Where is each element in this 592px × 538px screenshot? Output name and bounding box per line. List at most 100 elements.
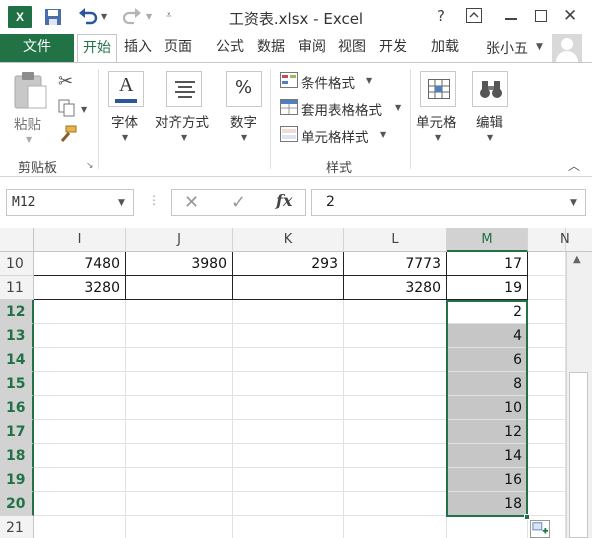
avatar[interactable]: [552, 34, 582, 64]
cell-m17[interactable]: 12: [447, 420, 528, 444]
cell-j15[interactable]: [126, 372, 233, 396]
column-header-i[interactable]: I: [34, 228, 126, 252]
redo-dropdown-icon[interactable]: ▼: [146, 12, 152, 21]
cell-m14[interactable]: 6: [447, 348, 528, 372]
expand-formula-bar-icon[interactable]: ▼: [570, 198, 577, 208]
cell-i13[interactable]: [34, 324, 126, 348]
row-header-14[interactable]: 14: [0, 348, 34, 372]
cell-j12[interactable]: [126, 300, 233, 324]
conditional-format-dropdown-icon[interactable]: ▼: [366, 76, 372, 85]
cell-i19[interactable]: [34, 468, 126, 492]
cell-k18[interactable]: [233, 444, 344, 468]
minimize-icon[interactable]: [505, 18, 517, 20]
tab-developer[interactable]: 开发: [372, 34, 414, 62]
cell-l18[interactable]: [344, 444, 447, 468]
tab-addins[interactable]: 加载: [424, 34, 466, 62]
cell-m12[interactable]: 2: [447, 300, 528, 324]
cell-k21[interactable]: [233, 516, 344, 538]
cell-n12[interactable]: [528, 300, 566, 324]
cell-n16[interactable]: [528, 396, 566, 420]
cell-n18[interactable]: [528, 444, 566, 468]
tab-home[interactable]: 开始: [77, 34, 117, 63]
cell-l14[interactable]: [344, 348, 447, 372]
cell-i14[interactable]: [34, 348, 126, 372]
cell-l19[interactable]: [344, 468, 447, 492]
cell-n14[interactable]: [528, 348, 566, 372]
cell-j14[interactable]: [126, 348, 233, 372]
cell-j21[interactable]: [126, 516, 233, 538]
cell-k13[interactable]: [233, 324, 344, 348]
row-header-17[interactable]: 17: [0, 420, 34, 444]
cell-n13[interactable]: [528, 324, 566, 348]
cell-i20[interactable]: [34, 492, 126, 516]
customize-toolbar-icon[interactable]: ⩡: [166, 10, 172, 21]
row-header-20[interactable]: 20: [0, 492, 34, 516]
cell-j20[interactable]: [126, 492, 233, 516]
row-header-19[interactable]: 19: [0, 468, 34, 492]
alignment-button-label[interactable]: 对齐方式: [155, 111, 209, 131]
cell-i21[interactable]: [34, 516, 126, 538]
cell-l21[interactable]: [344, 516, 447, 538]
cell-k10[interactable]: 293: [233, 252, 344, 276]
row-header-18[interactable]: 18: [0, 444, 34, 468]
cell-i16[interactable]: [34, 396, 126, 420]
cell-n20[interactable]: [528, 492, 566, 516]
paste-dropdown-icon[interactable]: ▼: [26, 135, 32, 144]
cell-i17[interactable]: [34, 420, 126, 444]
cell-k15[interactable]: [233, 372, 344, 396]
redo-icon[interactable]: [122, 8, 142, 26]
cell-l10[interactable]: 7773: [344, 252, 447, 276]
row-header-13[interactable]: 13: [0, 324, 34, 348]
tab-view[interactable]: 视图: [333, 34, 371, 62]
row-header-11[interactable]: 11: [0, 276, 34, 300]
cell-m15[interactable]: 8: [447, 372, 528, 396]
scroll-up-icon[interactable]: ▲: [573, 254, 581, 265]
cell-m19[interactable]: 16: [447, 468, 528, 492]
undo-icon[interactable]: [78, 8, 98, 26]
cell-k17[interactable]: [233, 420, 344, 444]
cell-k20[interactable]: [233, 492, 344, 516]
collapse-ribbon-icon[interactable]: ︿: [568, 157, 580, 174]
cell-n15[interactable]: [528, 372, 566, 396]
cell-j10[interactable]: 3980: [126, 252, 233, 276]
cell-i11[interactable]: 3280: [34, 276, 126, 300]
cell-i12[interactable]: [34, 300, 126, 324]
number-button-label[interactable]: 数字: [230, 111, 257, 131]
cell-j13[interactable]: [126, 324, 233, 348]
cell-k16[interactable]: [233, 396, 344, 420]
tab-review[interactable]: 审阅: [293, 34, 331, 62]
column-header-n[interactable]: N: [528, 228, 570, 252]
cell-n10[interactable]: [528, 252, 566, 276]
number-dropdown-icon[interactable]: ▼: [241, 133, 247, 142]
cell-n19[interactable]: [528, 468, 566, 492]
cell-k19[interactable]: [233, 468, 344, 492]
cell-i15[interactable]: [34, 372, 126, 396]
alignment-dropdown-icon[interactable]: ▼: [181, 133, 187, 142]
row-header-12[interactable]: 12: [0, 300, 34, 324]
column-header-j[interactable]: J: [126, 228, 233, 252]
editing-button-box[interactable]: [472, 71, 508, 107]
format-painter-icon[interactable]: [58, 125, 78, 143]
undo-dropdown-icon[interactable]: ▼: [101, 12, 107, 21]
font-button-box[interactable]: A: [108, 71, 144, 107]
number-button-box[interactable]: %: [226, 71, 262, 107]
formula-bar-resize-icon[interactable]: ⋮: [148, 193, 160, 207]
cell-styles-dropdown-icon[interactable]: ▼: [380, 130, 386, 139]
tab-data[interactable]: 数据: [252, 34, 290, 62]
cut-icon[interactable]: ✂: [58, 71, 73, 92]
name-box-dropdown-icon[interactable]: ▼: [118, 198, 125, 208]
enter-icon[interactable]: ✓: [231, 192, 246, 213]
cell-m16[interactable]: 10: [447, 396, 528, 420]
copy-icon[interactable]: [58, 99, 76, 117]
paste-icon[interactable]: [12, 71, 50, 111]
cell-k12[interactable]: [233, 300, 344, 324]
quick-analysis-icon[interactable]: [530, 520, 550, 538]
cell-j19[interactable]: [126, 468, 233, 492]
cell-l12[interactable]: [344, 300, 447, 324]
conditional-format-button[interactable]: 条件格式: [301, 72, 355, 92]
cells-dropdown-icon[interactable]: ▼: [435, 133, 441, 142]
close-icon[interactable]: ✕: [563, 6, 577, 26]
cell-m11[interactable]: 19: [447, 276, 528, 300]
tab-file[interactable]: 文件: [0, 34, 74, 62]
cells-button-label[interactable]: 单元格: [416, 111, 457, 131]
